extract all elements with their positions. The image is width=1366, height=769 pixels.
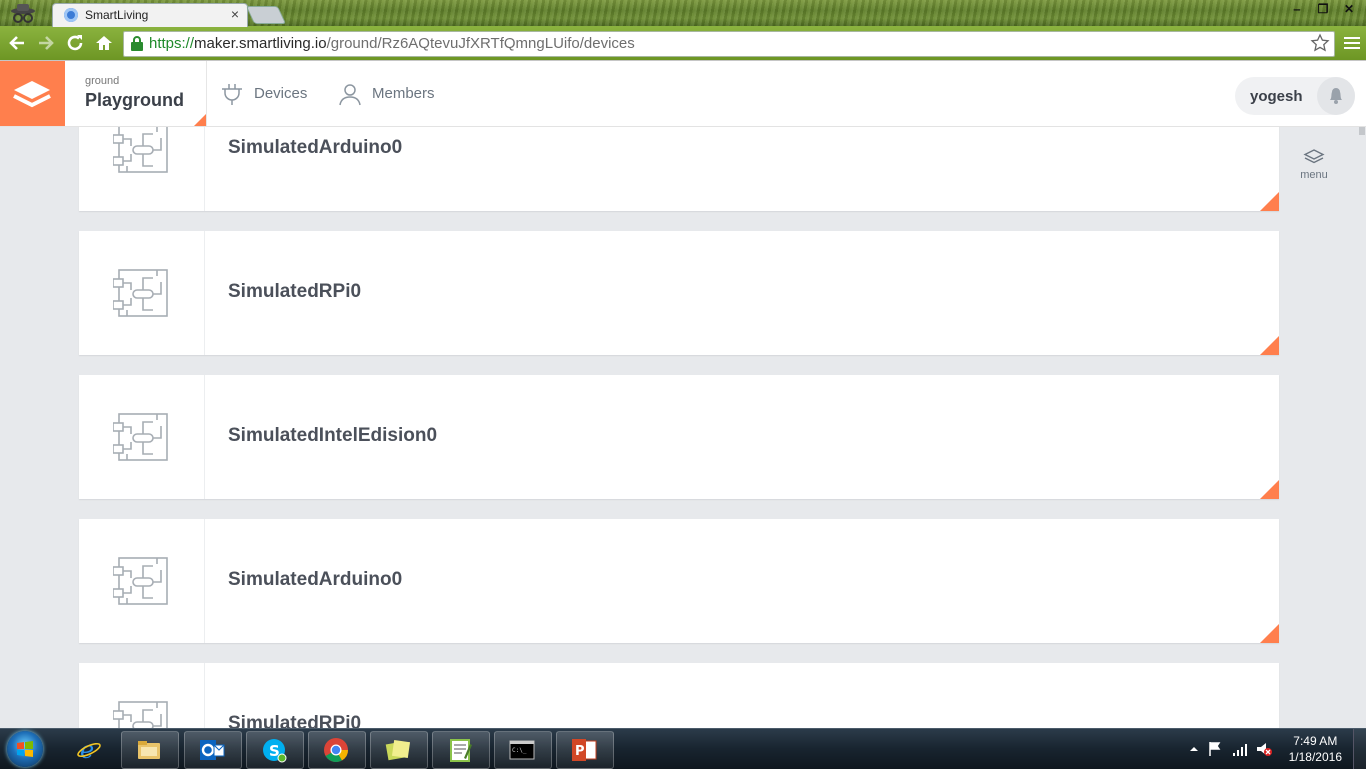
devices-list: SimulatedArduino0 SimulatedRPi0 Simulate…	[0, 127, 1366, 728]
circuit-board-icon	[113, 269, 168, 317]
taskbar-clock[interactable]: 7:49 AM 1/18/2016	[1289, 733, 1342, 765]
layers-logo-icon	[13, 81, 51, 108]
nav-members-label: Members	[372, 85, 435, 102]
home-icon[interactable]	[94, 33, 114, 53]
nav-members[interactable]: Members	[338, 61, 435, 126]
circuit-board-icon	[113, 127, 168, 173]
bell-icon	[1330, 88, 1342, 104]
smartliving-logo[interactable]	[0, 61, 65, 126]
ground-name: Playground	[85, 90, 185, 110]
browser-tab-active[interactable]: SmartLiving ×	[52, 3, 248, 27]
taskbar-sticky-notes[interactable]	[370, 731, 428, 769]
outlook-icon	[200, 740, 225, 760]
device-name: SimulatedIntelEdision0	[228, 425, 438, 446]
taskbar-command-prompt[interactable]: C:\_	[494, 731, 552, 769]
windows-taskbar: e S C:\_ P 7:49 AM 1/18/2016	[0, 728, 1366, 769]
card-corner-marker	[1260, 480, 1279, 499]
new-tab-button[interactable]	[245, 6, 287, 24]
ground-label: ground	[85, 75, 120, 87]
device-card[interactable]: SimulatedRPi0	[79, 663, 1279, 728]
smartliving-favicon-icon	[64, 8, 78, 22]
circuit-board-icon	[113, 701, 168, 728]
reload-icon[interactable]	[65, 33, 85, 53]
start-button[interactable]	[7, 731, 43, 767]
show-hidden-icons-icon[interactable]	[1190, 745, 1198, 753]
side-menu-label: menu	[1300, 169, 1328, 181]
notepad-plus-plus-icon	[450, 739, 472, 762]
svg-text:P: P	[575, 744, 585, 759]
card-corner-marker	[1260, 192, 1279, 211]
action-center-flag-icon[interactable]	[1208, 741, 1222, 757]
internet-explorer-icon: e	[77, 736, 101, 762]
taskbar-internet-explorer[interactable]: e	[62, 731, 118, 767]
command-prompt-icon: C:\_	[509, 740, 535, 760]
side-menu-button[interactable]: menu	[1298, 148, 1330, 181]
taskbar-notepad-plus-plus[interactable]	[432, 731, 490, 769]
user-name: yogesh	[1250, 88, 1303, 105]
skype-icon: S	[263, 739, 287, 763]
address-bar[interactable]: https://maker.smartliving.io/ground/Rz6A…	[123, 31, 1335, 57]
taskbar-chrome[interactable]	[308, 731, 366, 769]
lock-icon	[131, 36, 143, 51]
ground-corner-marker	[194, 114, 206, 126]
taskbar-file-explorer[interactable]	[121, 731, 179, 769]
tab-title: SmartLiving	[85, 8, 149, 22]
device-name: SimulatedRPi0	[228, 281, 362, 302]
device-card[interactable]: SimulatedArduino0	[79, 519, 1279, 643]
browser-toolbar: https://maker.smartliving.io/ground/Rz6A…	[0, 26, 1366, 61]
network-signal-icon[interactable]	[1232, 741, 1248, 757]
scrollbar-thumb[interactable]	[1359, 127, 1365, 135]
incognito-icon	[11, 4, 35, 23]
chrome-menu-icon[interactable]	[1344, 35, 1360, 51]
ground-selector[interactable]: ground Playground	[65, 61, 207, 126]
layers-menu-icon	[1303, 149, 1325, 164]
device-name: SimulatedRPi0	[228, 713, 362, 728]
clock-date: 1/18/2016	[1288, 750, 1342, 764]
taskbar-outlook[interactable]	[184, 731, 242, 769]
close-window-button[interactable]: ✕	[1336, 0, 1362, 18]
forward-arrow-icon[interactable]	[36, 33, 56, 53]
device-card[interactable]: SimulatedRPi0	[79, 231, 1279, 355]
taskbar-powerpoint[interactable]: P	[556, 731, 614, 769]
nav-devices-label: Devices	[254, 85, 308, 102]
windows-logo-icon	[17, 741, 33, 757]
folder-icon	[138, 741, 160, 759]
svg-text:C:\_: C:\_	[512, 747, 527, 754]
chrome-icon	[324, 738, 348, 763]
device-card[interactable]: SimulatedArduino0	[79, 127, 1279, 211]
powerpoint-icon: P	[572, 739, 597, 761]
card-corner-marker	[1260, 624, 1279, 643]
circuit-board-icon	[113, 413, 168, 461]
nav-devices[interactable]: Devices	[220, 61, 307, 126]
taskbar-skype[interactable]: S	[246, 731, 304, 769]
show-desktop-button[interactable]	[1353, 729, 1366, 769]
card-corner-marker	[1260, 336, 1279, 355]
tab-close-icon[interactable]: ×	[231, 6, 239, 22]
maximize-button[interactable]: ❐	[1310, 0, 1336, 18]
window-title-bar: SmartLiving × ‒ ❐ ✕	[0, 0, 1366, 27]
clock-time: 7:49 AM	[1293, 734, 1338, 748]
bookmark-star-icon[interactable]	[1310, 33, 1330, 53]
url-text: https://maker.smartliving.io/ground/Rz6A…	[149, 35, 635, 52]
plug-icon	[222, 83, 242, 105]
sticky-notes-icon	[385, 739, 411, 761]
device-card[interactable]: SimulatedIntelEdision0	[79, 375, 1279, 499]
circuit-board-icon	[113, 557, 168, 605]
device-name: SimulatedArduino0	[228, 569, 403, 590]
notifications-button[interactable]	[1317, 77, 1355, 115]
user-menu[interactable]: yogesh	[1235, 77, 1355, 115]
user-icon	[339, 83, 361, 105]
minimize-button[interactable]: ‒	[1284, 0, 1310, 18]
app-header: ground Playground Devices Members yogesh	[0, 61, 1366, 127]
back-arrow-icon[interactable]	[7, 33, 27, 53]
volume-muted-icon[interactable]	[1256, 741, 1272, 757]
device-name: SimulatedArduino0	[228, 137, 403, 158]
page-scrollbar[interactable]	[1358, 127, 1366, 728]
